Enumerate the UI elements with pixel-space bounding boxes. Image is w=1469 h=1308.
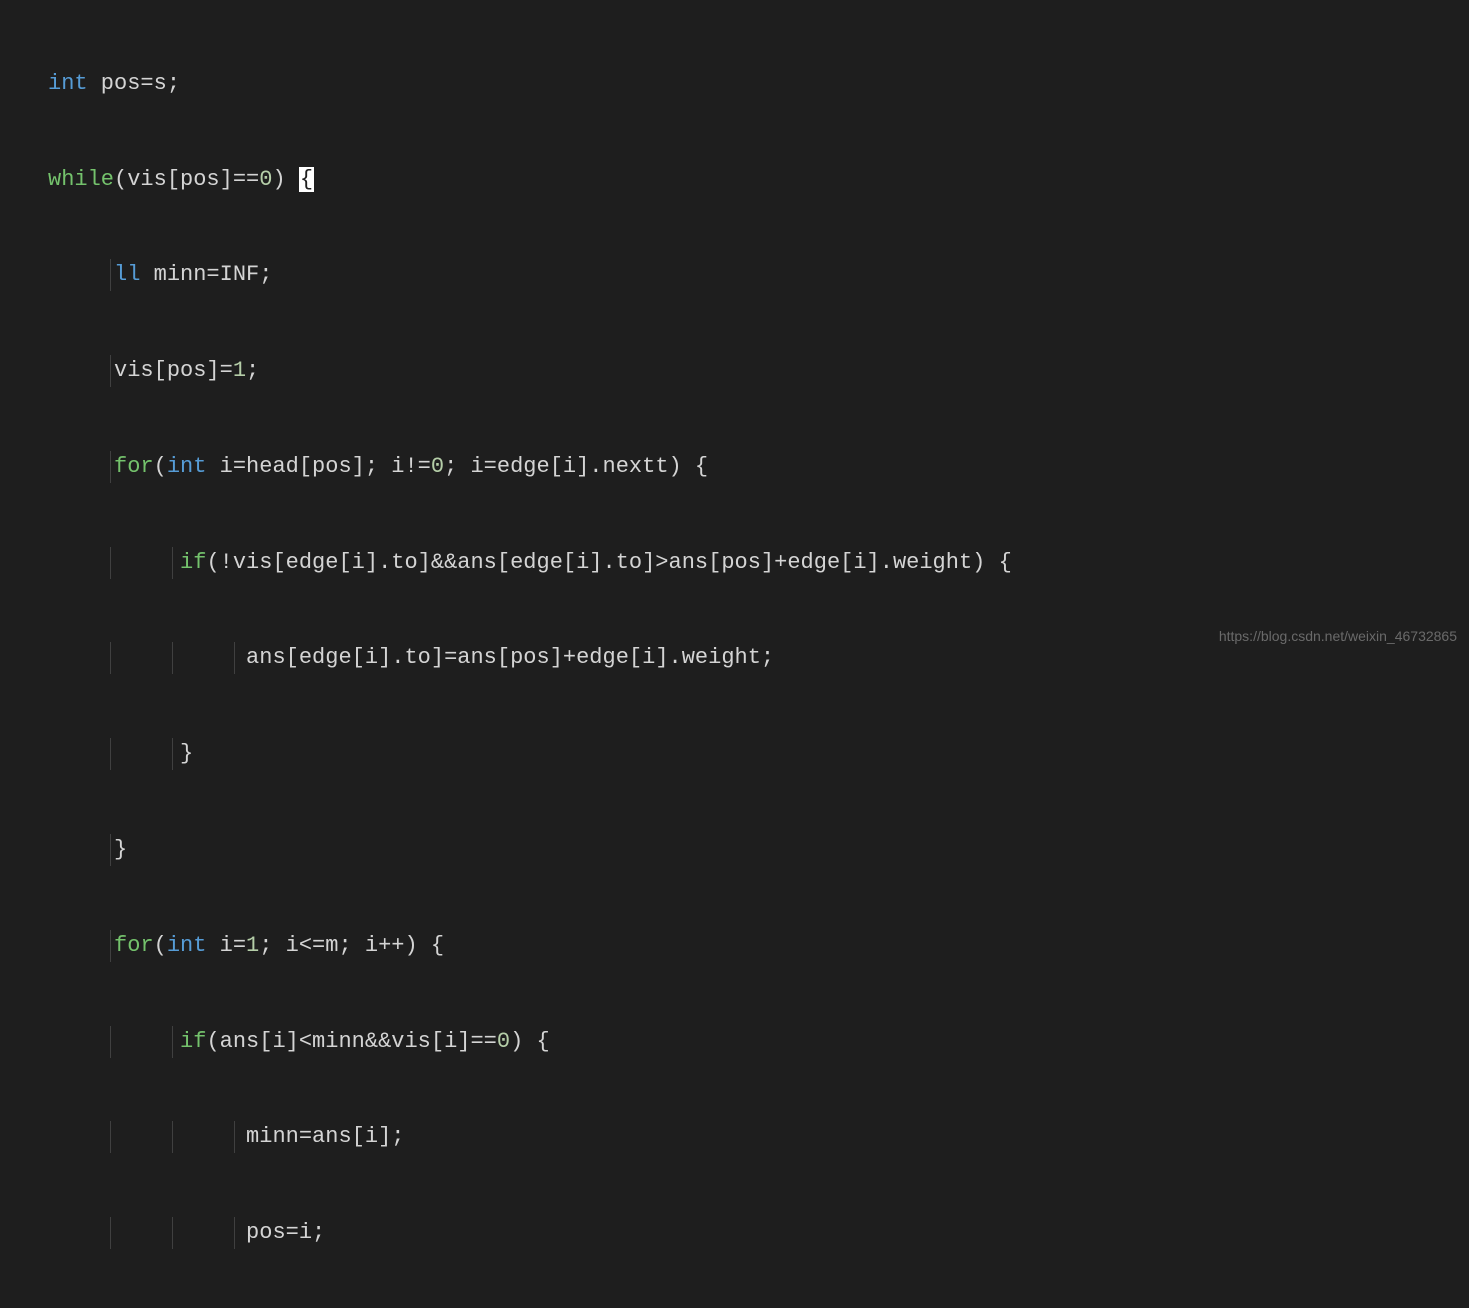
code-line: int pos=s;: [48, 68, 1469, 100]
code-text: (: [154, 454, 167, 479]
indent-guide: [110, 355, 111, 387]
code-line: ans[edge[i].to]=ans[pos]+edge[i].weight;: [48, 642, 1469, 674]
code-line: if(!vis[edge[i].to]&&ans[edge[i].to]>ans…: [48, 547, 1469, 579]
code-line: for(int i=1; i<=m; i++) {: [48, 930, 1469, 962]
code-text: i=head[pos]; i!=: [206, 454, 430, 479]
keyword-control: for: [114, 454, 154, 479]
code-line: while(vis[pos]==0) {: [48, 164, 1469, 196]
code-text: pos=i;: [246, 1220, 325, 1245]
indent-guide: [172, 1121, 173, 1153]
code-text: minn=INF;: [140, 262, 272, 287]
indent-guide: [110, 547, 111, 579]
indent-guide: [110, 451, 111, 483]
code-editor[interactable]: int pos=s; while(vis[pos]==0) { ll minn=…: [0, 0, 1469, 1308]
code-text: ) {: [510, 1029, 550, 1054]
indent-guide: [110, 1026, 111, 1058]
code-text: minn=ans[i];: [246, 1124, 404, 1149]
indent-guide: [110, 1217, 111, 1249]
indent-guide: [172, 642, 173, 674]
code-line: ll minn=INF;: [48, 259, 1469, 291]
keyword-type: int: [48, 71, 88, 96]
code-line: pos=i;: [48, 1217, 1469, 1249]
indent-guide: [172, 1026, 173, 1058]
keyword-control: while: [48, 167, 114, 192]
watermark: https://blog.csdn.net/weixin_46732865: [1219, 626, 1457, 646]
code-text: (: [154, 933, 167, 958]
code-line: vis[pos]=1;: [48, 355, 1469, 387]
indent-guide: [172, 1217, 173, 1249]
code-text: pos=s;: [88, 71, 180, 96]
keyword-control: for: [114, 933, 154, 958]
code-text: vis[pos]=: [114, 358, 233, 383]
cursor-brace: {: [299, 167, 314, 192]
number-literal: 0: [431, 454, 444, 479]
code-text: i=: [206, 933, 246, 958]
indent-guide: [110, 930, 111, 962]
code-text: ; i<=m; i++) {: [259, 933, 444, 958]
code-text: ;: [246, 358, 259, 383]
keyword-control: if: [180, 1029, 206, 1054]
indent-guide: [110, 642, 111, 674]
code-text: ans[edge[i].to]=ans[pos]+edge[i].weight;: [246, 645, 774, 670]
keyword-type: ll: [114, 262, 140, 287]
indent-guide: [234, 1217, 235, 1249]
code-text: }: [114, 837, 127, 862]
number-literal: 1: [233, 358, 246, 383]
keyword-type: int: [167, 454, 207, 479]
code-line: minn=ans[i];: [48, 1121, 1469, 1153]
number-literal: 1: [246, 933, 259, 958]
number-literal: 0: [497, 1029, 510, 1054]
number-literal: 0: [259, 167, 272, 192]
code-text: (ans[i]<minn&&vis[i]==: [206, 1029, 496, 1054]
code-line: }: [48, 834, 1469, 866]
indent-guide: [110, 259, 111, 291]
code-text: ; i=edge[i].nextt) {: [444, 454, 708, 479]
indent-guide: [172, 738, 173, 770]
indent-guide: [110, 834, 111, 866]
indent-guide: [234, 642, 235, 674]
keyword-type: int: [167, 933, 207, 958]
indent-guide: [110, 1121, 111, 1153]
code-text: }: [180, 741, 193, 766]
code-line: for(int i=head[pos]; i!=0; i=edge[i].nex…: [48, 451, 1469, 483]
code-line: if(ans[i]<minn&&vis[i]==0) {: [48, 1026, 1469, 1058]
indent-guide: [172, 547, 173, 579]
keyword-control: if: [180, 550, 206, 575]
code-text: (!vis[edge[i].to]&&ans[edge[i].to]>ans[p…: [206, 550, 1011, 575]
indent-guide: [234, 1121, 235, 1153]
code-line: }: [48, 738, 1469, 770]
indent-guide: [110, 738, 111, 770]
code-text: ): [272, 167, 298, 192]
code-text: (vis[pos]==: [114, 167, 259, 192]
